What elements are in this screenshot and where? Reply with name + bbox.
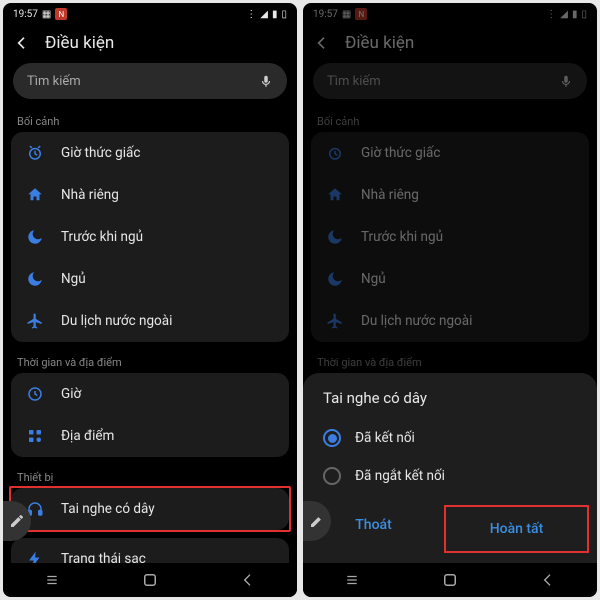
sheet-title: Tai nghe có dây xyxy=(303,389,597,419)
status-bar: 19:57 ▦ N ⋮ ◢ ▮ ▯ xyxy=(3,3,297,25)
search-placeholder: Tìm kiếm xyxy=(327,74,381,89)
nav-recents[interactable] xyxy=(340,568,364,592)
group-context: Giờ thức giấc Nhà riêng Trước khi ngủ Ng… xyxy=(11,132,289,342)
header: Điều kiện xyxy=(303,25,597,63)
back-button[interactable] xyxy=(313,34,331,52)
item-travel-abroad: Du lịch nước ngoài xyxy=(311,300,589,342)
screen-conditions-dialog: 19:57 ▦ N ⋮ ◢ ▮ ▯ Điều kiện Tìm kiếm Bối… xyxy=(303,3,597,597)
back-button[interactable] xyxy=(13,34,31,52)
item-label: Nhà riêng xyxy=(61,187,119,203)
signal-icon: ▮ xyxy=(572,9,578,20)
search-input[interactable]: Tìm kiếm xyxy=(313,63,587,99)
highlight-wired-headphones: Tai nghe có dây xyxy=(9,486,291,532)
radio-icon xyxy=(323,429,341,447)
nav-recents[interactable] xyxy=(40,568,64,592)
item-wake-time: Giờ thức giấc xyxy=(311,132,589,174)
status-time: 19:57 xyxy=(313,9,338,20)
item-home[interactable]: Nhà riêng xyxy=(11,174,289,216)
item-label: Ngủ xyxy=(61,271,86,287)
item-home: Nhà riêng xyxy=(311,174,589,216)
item-sleep[interactable]: Ngủ xyxy=(11,258,289,300)
moon-icon xyxy=(325,227,345,247)
done-button[interactable]: Hoàn tất xyxy=(444,505,589,553)
radio-disconnected[interactable]: Đã ngắt kết nối xyxy=(303,457,597,495)
airplane-icon xyxy=(25,311,45,331)
item-label: Địa điểm xyxy=(61,428,114,444)
nav-home[interactable] xyxy=(138,568,162,592)
battery-icon: ▯ xyxy=(281,9,287,20)
header: Điều kiện xyxy=(3,25,297,63)
nav-bar xyxy=(3,563,297,597)
radio-label: Đã kết nối xyxy=(355,430,415,446)
page-title: Điều kiện xyxy=(345,33,414,53)
search-placeholder: Tìm kiếm xyxy=(27,74,81,89)
item-label: Ngủ xyxy=(361,271,386,287)
bottom-sheet-headphones: Tai nghe có dây Đã kết nối Đã ngắt kết n… xyxy=(303,373,597,563)
section-time-place-label: Thời gian và địa điểm xyxy=(303,350,597,373)
status-time: 19:57 xyxy=(13,9,38,20)
item-label: Nhà riêng xyxy=(361,187,419,203)
moon-icon xyxy=(25,269,45,289)
section-context-label: Bối cảnh xyxy=(303,109,597,132)
item-label: Giờ xyxy=(61,386,81,402)
item-label: Du lịch nước ngoài xyxy=(361,313,472,329)
radio-icon xyxy=(323,467,341,485)
section-context-label: Bối cảnh xyxy=(3,109,297,132)
mic-icon[interactable] xyxy=(559,74,573,88)
item-label: Giờ thức giấc xyxy=(61,145,140,161)
item-label: Trước khi ngủ xyxy=(61,229,143,245)
home-icon xyxy=(325,185,345,205)
battery-icon: ▯ xyxy=(581,9,587,20)
item-wired-headphones[interactable]: Tai nghe có dây xyxy=(11,488,289,530)
item-travel-abroad[interactable]: Du lịch nước ngoài xyxy=(11,300,289,342)
alarm-icon xyxy=(25,143,45,163)
item-location[interactable]: Địa điểm xyxy=(11,415,289,457)
mic-icon[interactable] xyxy=(259,74,273,88)
item-before-sleep[interactable]: Trước khi ngủ xyxy=(11,216,289,258)
notification-badge: N xyxy=(355,8,367,20)
alarm-icon xyxy=(325,143,345,163)
vowifi-icon: ⋮ xyxy=(246,9,256,20)
moon-icon xyxy=(25,227,45,247)
wifi-icon: ◢ xyxy=(260,9,268,20)
item-wake-time[interactable]: Giờ thức giấc xyxy=(11,132,289,174)
clock-icon xyxy=(25,384,45,404)
nav-bar xyxy=(303,563,597,597)
moon-icon xyxy=(325,269,345,289)
status-bar: 19:57 ▦ N ⋮ ◢ ▮ ▯ xyxy=(303,3,597,25)
radio-label: Đã ngắt kết nối xyxy=(355,468,445,484)
wifi-icon: ◢ xyxy=(560,9,568,20)
vowifi-icon: ⋮ xyxy=(546,9,556,20)
signal-icon: ▮ xyxy=(272,9,278,20)
screen-conditions: 19:57 ▦ N ⋮ ◢ ▮ ▯ Điều kiện Tìm kiếm Bối… xyxy=(3,3,297,597)
group-device-1: Tai nghe có dây xyxy=(11,488,289,530)
airplane-icon xyxy=(325,311,345,331)
page-title: Điều kiện xyxy=(45,33,114,53)
search-input[interactable]: Tìm kiếm xyxy=(13,63,287,99)
item-sleep: Ngủ xyxy=(311,258,589,300)
item-label: Giờ thức giấc xyxy=(361,145,440,161)
nav-back[interactable] xyxy=(236,568,260,592)
item-before-sleep: Trước khi ngủ xyxy=(311,216,589,258)
group-time-place: Giờ Địa điểm xyxy=(11,373,289,457)
item-label: Du lịch nước ngoài xyxy=(61,313,172,329)
gallery-icon: ▦ xyxy=(342,9,351,20)
group-context: Giờ thức giấc Nhà riêng Trước khi ngủ Ng… xyxy=(311,132,589,342)
nav-back[interactable] xyxy=(536,568,560,592)
item-label: Trước khi ngủ xyxy=(361,229,443,245)
section-device-label: Thiết bị xyxy=(3,465,297,488)
sheet-actions: Thoát Hoàn tất xyxy=(303,503,597,555)
notification-badge: N xyxy=(55,8,67,20)
radio-connected[interactable]: Đã kết nối xyxy=(303,419,597,457)
location-icon xyxy=(25,426,45,446)
gallery-icon: ▦ xyxy=(42,9,51,20)
nav-home[interactable] xyxy=(438,568,462,592)
home-icon xyxy=(25,185,45,205)
item-time[interactable]: Giờ xyxy=(11,373,289,415)
section-time-place-label: Thời gian và địa điểm xyxy=(3,350,297,373)
item-label: Tai nghe có dây xyxy=(61,501,155,517)
